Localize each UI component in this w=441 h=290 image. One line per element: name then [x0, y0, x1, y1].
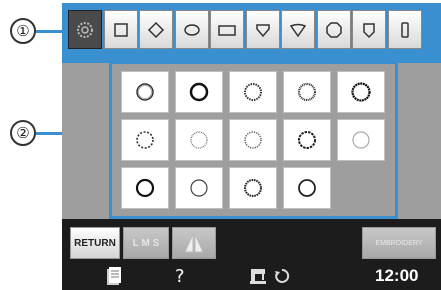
frame-style-11[interactable] [121, 167, 169, 209]
frame-style-14[interactable] [283, 167, 331, 209]
badge-shape-icon [363, 22, 375, 38]
octagon-shape-icon [325, 21, 342, 38]
circle-thin-icon [136, 83, 154, 101]
circle-outline-icon [298, 179, 316, 197]
machine-screen: RETURN L M S EMBROIDERY ? 12:00 [62, 3, 441, 290]
circle-light-icon [352, 131, 370, 149]
tab-narrow-rectangle[interactable] [387, 10, 422, 49]
frame-style-13[interactable] [229, 167, 277, 209]
diamond-shape-icon [147, 21, 165, 38]
rectangle-shape-icon [218, 24, 236, 36]
size-button[interactable]: L M S [123, 227, 169, 259]
status-bar: ? 12:00 [62, 264, 441, 290]
circle-zigzag-icon [244, 83, 262, 101]
callout-2: ② [10, 120, 36, 146]
heart-shape-icon [289, 23, 307, 37]
circle-bold-icon [189, 82, 209, 102]
tab-heart[interactable] [281, 10, 315, 49]
shield-shape-icon [255, 23, 270, 37]
tab-diamond[interactable] [139, 10, 173, 49]
clock: 12:00 [375, 266, 419, 285]
frame-style-6[interactable] [121, 119, 169, 161]
circle-fine-icon [190, 179, 208, 197]
frame-style-10[interactable] [337, 119, 385, 161]
callout-1-line [36, 30, 63, 33]
frame-style-12[interactable] [175, 167, 223, 209]
circle-scalloped-icon [244, 131, 262, 149]
stitch-pattern-icon [77, 21, 93, 38]
refresh-icon [275, 268, 290, 283]
sewing-machine-icon [250, 269, 266, 284]
tab-badge[interactable] [352, 10, 386, 49]
tab-rectangle[interactable] [210, 10, 244, 49]
frame-style-2[interactable] [175, 71, 223, 113]
tab-shield[interactable] [245, 10, 280, 49]
square-shape-icon [113, 22, 128, 37]
circle-beaded-icon [297, 82, 317, 102]
tab-stitch-pattern[interactable] [68, 10, 102, 49]
return-button[interactable]: RETURN [70, 227, 120, 259]
bottom-button-bar: RETURN L M S EMBROIDERY [62, 219, 441, 264]
tab-octagon[interactable] [316, 10, 351, 49]
help-button[interactable]: ? [175, 266, 185, 287]
frame-style-grid [109, 61, 398, 219]
frame-style-9[interactable] [283, 119, 331, 161]
narrow-rectangle-icon [400, 21, 409, 38]
embroidery-button[interactable]: EMBROIDERY [362, 227, 436, 259]
oval-shape-icon [183, 23, 200, 36]
mirror-button[interactable] [172, 227, 216, 259]
frame-style-8[interactable] [229, 119, 277, 161]
document-icon [107, 267, 121, 285]
frame-style-7[interactable] [175, 119, 223, 161]
circle-wavy-icon [298, 131, 316, 149]
circle-stippled-icon [244, 179, 262, 197]
tab-square[interactable] [103, 10, 138, 49]
frame-style-4[interactable] [283, 71, 331, 113]
circle-heavy-icon [135, 178, 155, 198]
machine-settings-button[interactable] [249, 266, 290, 286]
callout-1: ① [10, 18, 36, 44]
circle-dashed-icon [136, 131, 154, 149]
frame-style-1[interactable] [121, 71, 169, 113]
circle-dotted-icon [190, 131, 208, 149]
frame-style-5[interactable] [337, 71, 385, 113]
circle-double-icon [351, 82, 371, 102]
shape-tab-bar [62, 3, 441, 63]
frame-style-3[interactable] [229, 71, 277, 113]
tab-oval[interactable] [174, 10, 209, 49]
mirror-icon [184, 233, 204, 253]
document-button[interactable] [106, 266, 122, 286]
